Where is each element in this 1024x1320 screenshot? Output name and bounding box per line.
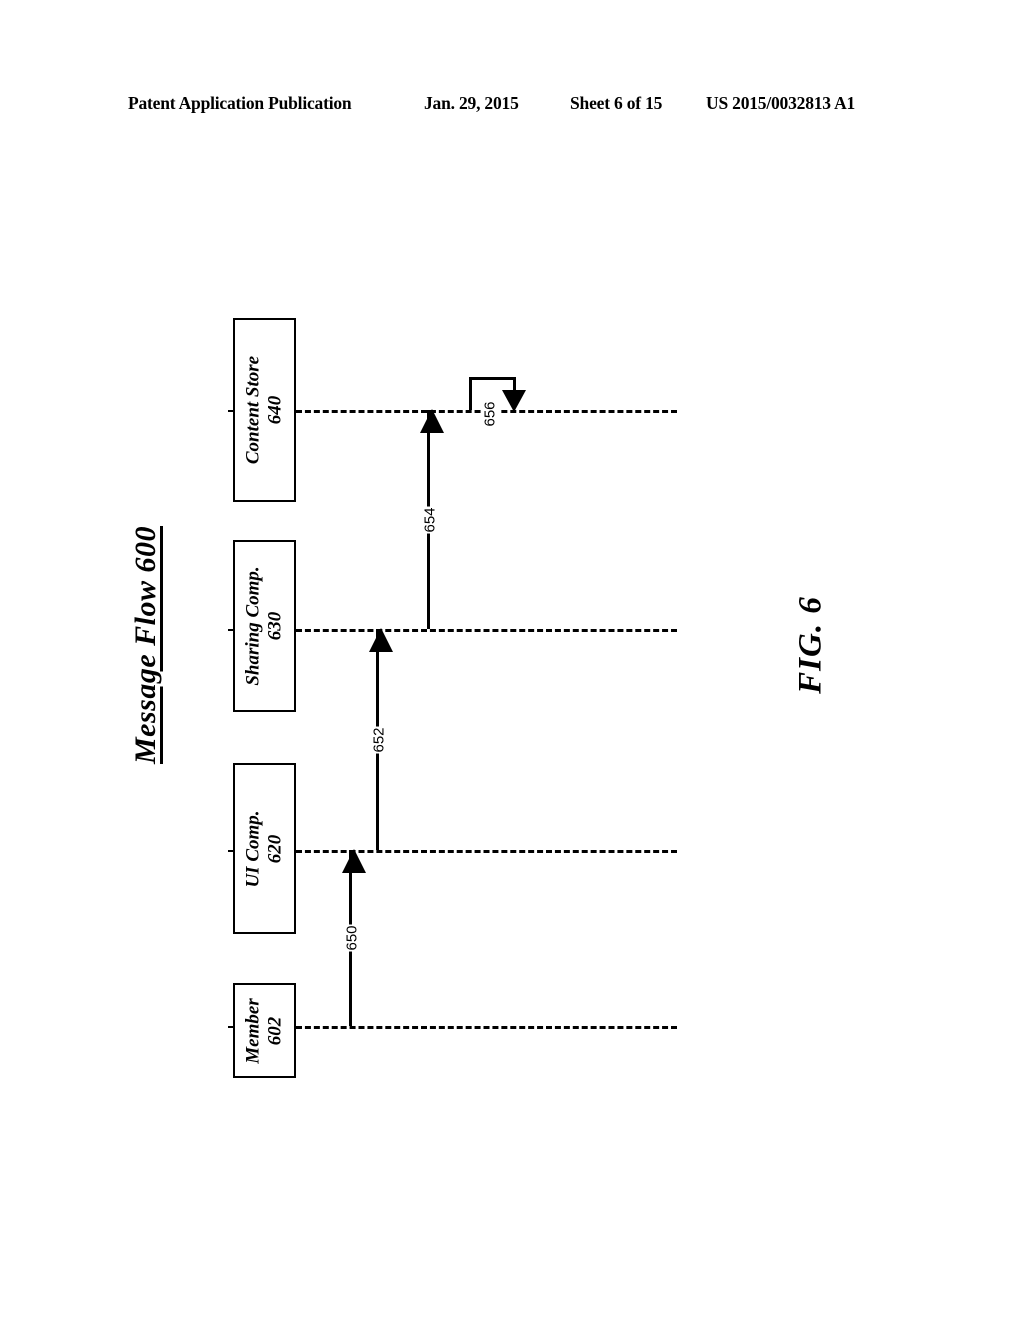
participant-label-sharing-comp: Sharing Comp. 630 xyxy=(242,566,287,685)
participant-box-member: Member 602 xyxy=(233,983,296,1078)
lifeline-stub-member xyxy=(228,1026,234,1028)
message-arrow-652: 652 xyxy=(368,628,393,850)
arrowhead-icon-652 xyxy=(368,628,393,652)
arrowhead-icon-656 xyxy=(502,390,526,412)
message-arrow-650: 650 xyxy=(341,849,366,1026)
message-ref-650: 650 xyxy=(343,924,361,952)
participant-name-sharing-comp: Sharing Comp. xyxy=(242,566,264,686)
participant-name-content-store: Content Store xyxy=(242,355,264,465)
participant-box-ui-comp: UI Comp. 620 xyxy=(233,763,296,934)
participant-name-ui-comp: UI Comp. xyxy=(242,809,264,888)
lifeline-stub-sharing-comp xyxy=(228,629,234,631)
participant-label-member: Member 602 xyxy=(242,998,287,1063)
message-arrow-654: 654 xyxy=(419,409,444,629)
lifeline-stub-content-store xyxy=(228,410,234,412)
participant-box-sharing-comp: Sharing Comp. 630 xyxy=(233,540,296,712)
message-ref-652: 652 xyxy=(370,726,388,754)
participant-ref-content-store: 640 xyxy=(264,395,286,425)
participant-ref-sharing-comp: 630 xyxy=(264,611,286,641)
message-flow-diagram: Message Flow 600 FIG. 6 Content Store 64… xyxy=(0,0,1024,1320)
arrowhead-icon-654 xyxy=(419,409,444,433)
figure-caption: FIG. 6 xyxy=(792,596,829,694)
arrowhead-icon-650 xyxy=(341,849,366,873)
message-ref-656: 656 xyxy=(481,400,499,428)
participant-name-member: Member xyxy=(242,997,264,1064)
participant-label-ui-comp: UI Comp. 620 xyxy=(242,810,287,887)
participant-label-content-store: Content Store 640 xyxy=(242,356,287,464)
lifeline-sharing-comp xyxy=(296,629,677,632)
participant-ref-ui-comp: 620 xyxy=(264,834,286,863)
lifeline-member xyxy=(296,1026,677,1029)
lifeline-stub-ui-comp xyxy=(228,850,234,852)
figure-title: Message Flow 600 xyxy=(129,525,162,765)
self-loop-right-segment xyxy=(513,377,516,391)
participant-ref-member: 602 xyxy=(264,1016,286,1045)
self-loop-top-segment xyxy=(469,377,513,380)
self-loop-left-segment xyxy=(469,377,472,410)
message-self-loop-656: 656 xyxy=(469,377,526,428)
participant-box-content-store: Content Store 640 xyxy=(233,318,296,502)
message-ref-654: 654 xyxy=(421,506,439,534)
